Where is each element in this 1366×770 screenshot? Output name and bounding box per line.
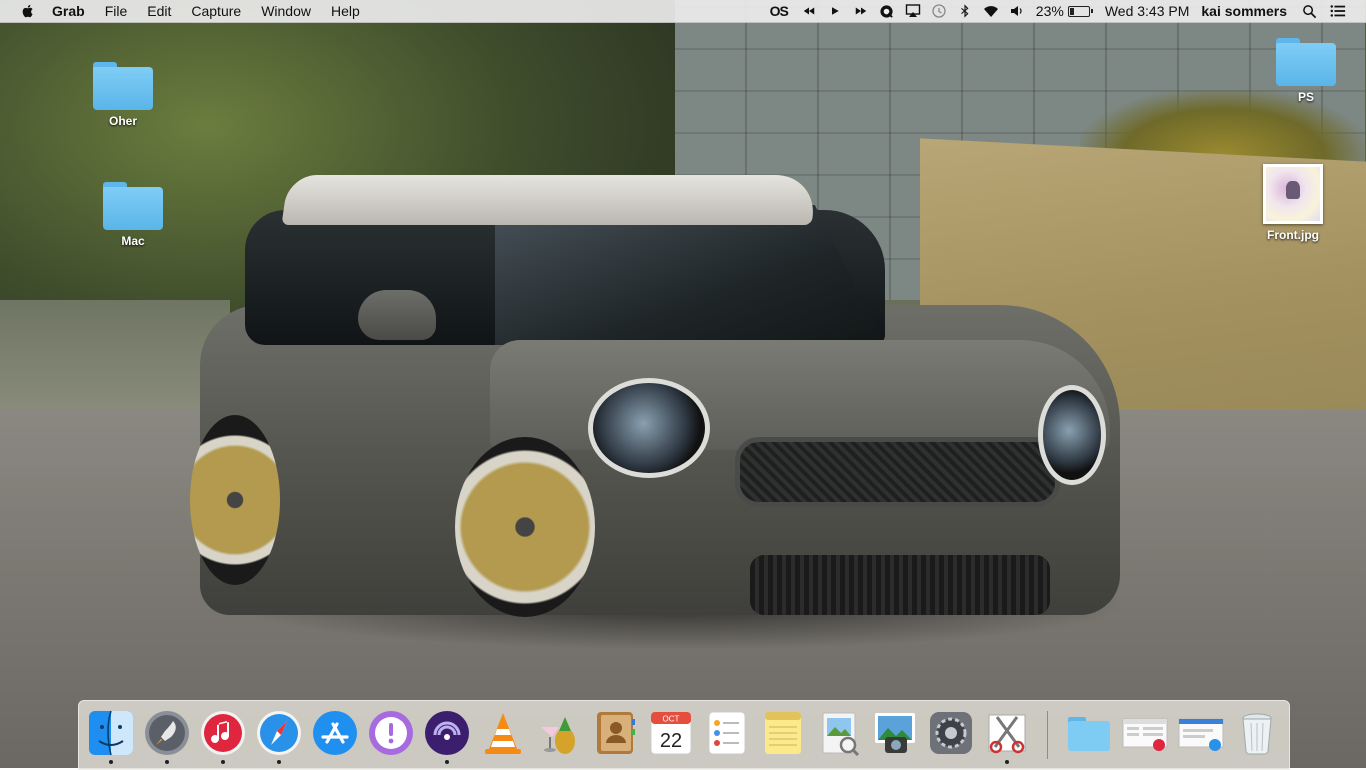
desktop-item-label: Mac [121,234,145,248]
volume-icon[interactable] [1009,3,1025,19]
menu-file[interactable]: File [95,0,138,22]
wifi-icon[interactable] [983,3,999,19]
running-indicator [165,760,169,764]
dock: OCT 22 [78,700,1290,770]
battery-tip [1090,9,1093,13]
battery-indicator[interactable]: 23% [1030,0,1099,22]
media-play-icon[interactable] [827,3,843,19]
spotlight-icon[interactable] [1301,3,1317,19]
menu-user[interactable]: kai sommers [1195,0,1293,22]
apple-icon[interactable] [20,3,36,19]
wallpaper-car [190,175,1120,645]
running-indicator [109,760,113,764]
ananas-icon[interactable] [535,709,583,757]
bluetooth-icon[interactable] [957,3,973,19]
notes-icon[interactable] [759,709,807,757]
desktop-file-front-jpg[interactable]: Front.jpg [1253,164,1333,242]
menu-window[interactable]: Window [251,0,321,22]
dock-separator [1047,711,1048,759]
time-machine-icon[interactable] [931,3,947,19]
folder-icon [1276,38,1336,86]
car-grille [735,437,1060,507]
desktop-item-label: PS [1297,90,1314,104]
documents-folder-icon[interactable] [1065,709,1113,757]
car-hood [490,340,1110,450]
battery-icon [1067,5,1090,17]
reminders-icon[interactable] [703,709,751,757]
car-roof [281,175,819,225]
feedback-icon[interactable] [367,709,415,757]
car-wheel-front [455,437,595,617]
music-stack-icon[interactable] [1121,709,1169,757]
desktop-folder-oher[interactable]: Oher [83,62,163,128]
calendar-month: OCT [663,715,680,724]
media-prev-icon[interactable] [801,3,817,19]
bittorrent-icon[interactable] [423,709,471,764]
desktop-wallpaper [0,0,1366,768]
running-indicator [277,760,281,764]
app-store-icon[interactable] [311,709,359,757]
vlc-icon[interactable] [479,709,527,757]
battery-percent: 23% [1035,3,1064,19]
car-headlight-left [588,378,710,478]
menu-bar: Grab File Edit Capture Window Help OS 23… [0,0,1366,23]
menu-help[interactable]: Help [321,0,370,22]
battery-level-fill [1069,7,1075,15]
menu-edit[interactable]: Edit [137,0,181,22]
launchpad-icon[interactable] [143,709,191,764]
car-headlight-right [1038,385,1106,485]
running-indicator [445,760,449,764]
car-lower-grille [750,555,1050,615]
desktop-folder-mac[interactable]: Mac [93,182,173,248]
trash-icon[interactable] [1233,709,1281,757]
desktop-folder-ps[interactable]: PS [1266,38,1346,104]
running-indicator [221,760,225,764]
preview-icon[interactable] [815,709,863,757]
folder-icon [103,182,163,230]
running-indicator [1005,760,1009,764]
folder-icon [93,62,153,110]
desktop-item-label: Oher [108,114,137,128]
notification-center-icon[interactable] [1330,3,1346,19]
car-mirror [358,290,436,340]
car-wheel-rear [190,415,280,585]
safari-stack-icon[interactable] [1177,709,1225,757]
os-badge[interactable]: OS [770,3,789,19]
finder-icon[interactable] [87,709,135,764]
system-preferences-icon[interactable] [927,709,975,757]
media-next-icon[interactable] [853,3,869,19]
quicktime-icon[interactable] [879,3,895,19]
calendar-icon[interactable]: OCT 22 [647,709,695,757]
menu-clock[interactable]: Wed 3:43 PM [1099,0,1196,22]
image-thumbnail-icon [1263,164,1323,224]
desktop-item-label: Front.jpg [1267,228,1319,242]
itunes-icon[interactable] [199,709,247,764]
iphoto-icon[interactable] [871,709,919,757]
contacts-icon[interactable] [591,709,639,757]
safari-icon[interactable] [255,709,303,764]
menu-capture[interactable]: Capture [181,0,251,22]
menu-app-grab[interactable]: Grab [50,0,95,22]
calendar-day: 22 [660,730,682,752]
airplay-icon[interactable] [905,3,921,19]
grab-icon[interactable] [983,709,1031,764]
